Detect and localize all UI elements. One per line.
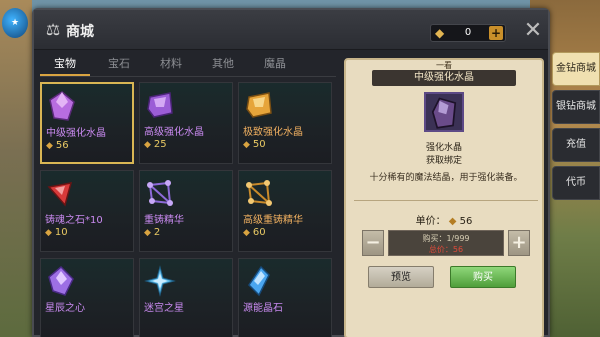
item-detail-panel: 一看 中级强化水晶 强化水晶 获取绑定 十分稀有的魔法结晶，用于强化装备。 单价… [344,58,544,337]
tab-divider [40,76,336,77]
purple-crystal-icon [49,91,75,121]
scale-icon: ⚖ [45,20,61,39]
side-tab-token[interactable]: 代币 [552,166,600,200]
buy-button[interactable]: 购买 [450,266,516,288]
quantity-stepper: − 购买：1/999 总价：56 + [362,230,530,256]
window-title: 商城 [66,24,94,40]
item-grid: 中级强化水晶 ◆ 56 高级强化水晶 ◆ 25 极致强化水晶 ◆ 50 铸魂之石… [40,82,336,337]
item-price: ◆ 2 [144,227,160,238]
detail-description: 十分稀有的魔法结晶，用于强化装备。 [369,173,523,183]
item-name: 高级强化水晶 [144,127,204,138]
increase-button[interactable]: + [508,230,530,256]
unit-price-value: 56 [459,216,473,227]
item-price: ◆ 10 [45,227,68,238]
item-price-value: 25 [153,139,167,150]
title-bar: ⚖ 商城 ◆ 0 + ✕ [34,10,548,50]
labyrinth-star-icon [144,265,176,297]
item-name: 中级强化水晶 [46,128,106,139]
add-currency-button[interactable]: + [489,26,503,40]
side-tab-silver-diamond-shop[interactable]: 银钻商城 [552,90,600,124]
item-card[interactable]: 重铸精华 ◆ 2 [139,170,233,252]
category-tabs: 宝物 宝石 材料 其他 魔晶 [40,54,340,76]
item-name: 源能晶石 [243,303,283,314]
item-card[interactable]: 高级重铸精华 ◆ 60 [238,170,332,252]
tab-materials[interactable]: 材料 [146,54,196,76]
background-left [0,0,32,337]
close-icon[interactable]: ✕ [522,20,544,42]
item-card[interactable]: 中级强化水晶 ◆ 56 [40,82,134,164]
tab-other[interactable]: 其他 [198,54,248,76]
item-card[interactable]: 源能晶石 [238,258,332,337]
tab-treasure[interactable]: 宝物 [40,54,90,76]
detail-item-frame [424,92,464,132]
item-price-value: 50 [252,139,266,150]
item-card[interactable]: 迷宫之星 [139,258,233,337]
tab-magic-crystal[interactable]: 魔晶 [250,54,300,76]
item-name: 铸魂之石*10 [45,215,103,226]
gold-diamond-icon: ◆ [435,26,445,40]
gold-diamond-icon: ◆ [144,228,151,238]
item-price: ◆ 50 [243,139,266,150]
gold-diamond-icon: ◆ [243,140,250,150]
gold-crystal-icon [246,92,272,118]
quantity-display: 购买：1/999 总价：56 [388,230,504,256]
item-name: 星辰之心 [45,303,85,314]
shop-side-tabs: 金钻商城 银钻商城 充值 代币 [552,52,600,232]
violet-crystal-icon [147,92,173,118]
item-card[interactable]: 星辰之心 [40,258,134,337]
item-name: 迷宫之星 [144,303,184,314]
currency-value: 0 [464,27,472,38]
item-name: 重铸精华 [144,215,184,226]
game-logo-icon[interactable]: ★ [2,8,28,38]
tab-gems[interactable]: 宝石 [94,54,144,76]
gold-diamond-icon: ◆ [144,140,151,150]
currency-display: ◆ 0 + [430,24,506,42]
unit-price-label: 单价： [415,216,446,227]
total-price: 总价：56 [428,245,464,254]
detail-header: 一看 中级强化水晶 [346,60,542,86]
detail-divider [354,200,538,201]
gold-diamond-icon: ◆ [46,141,53,151]
item-card[interactable]: 铸魂之石*10 ◆ 10 [40,170,134,252]
item-name: 极致强化水晶 [243,127,303,138]
red-soul-stone-icon [47,182,73,207]
side-tab-gold-diamond-shop[interactable]: 金钻商城 [552,52,600,86]
purple-essence-icon [147,180,173,206]
purple-crystal-icon [431,97,457,129]
detail-item-bind: 获取绑定 [425,156,462,166]
buy-count: 购买：1/999 [422,234,470,243]
detail-item-name: 强化水晶 [425,143,462,153]
item-price-value: 56 [55,140,69,151]
energy-crystal-icon [248,265,270,297]
decrease-button[interactable]: − [362,230,384,256]
item-price: ◆ 60 [243,227,266,238]
item-price: ◆ 25 [144,139,167,150]
side-tab-recharge[interactable]: 充值 [552,128,600,162]
star-heart-icon [48,265,74,296]
gold-diamond-icon: ◆ [243,228,250,238]
gold-diamond-icon: ◆ [448,216,457,227]
shop-window: ⚖ 商城 ◆ 0 + ✕ 宝物 宝石 材料 其他 魔晶 中级强化水晶 ◆56 [32,8,550,337]
item-card[interactable]: 极致强化水晶 ◆ 50 [238,82,332,164]
gold-diamond-icon: ◆ [45,228,52,238]
item-price-value: 60 [252,227,266,238]
item-price-value: 10 [54,227,68,238]
item-card[interactable]: 高级强化水晶 ◆ 25 [139,82,233,164]
item-price-value: 2 [153,227,161,238]
item-name: 高级重铸精华 [243,215,303,226]
gold-essence-icon [246,180,272,206]
item-price: ◆ 56 [46,140,69,151]
detail-title: 中级强化水晶 [372,70,516,86]
unit-price: 单价： ◆ 56 [346,212,542,227]
preview-button[interactable]: 预览 [368,266,434,288]
